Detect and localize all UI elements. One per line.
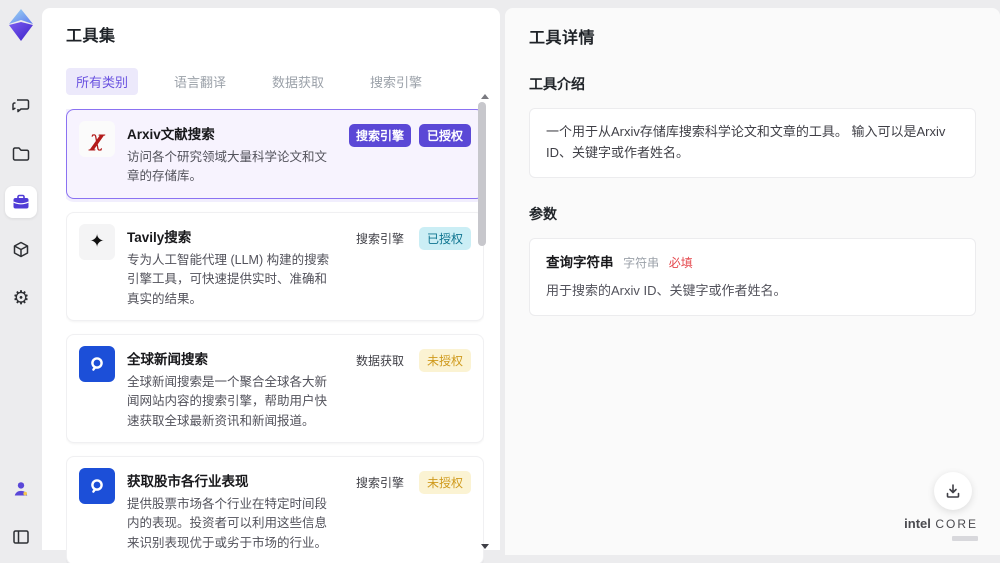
category-tabs: 所有类别 语言翻译 数据获取 搜索引擎	[66, 68, 500, 95]
app-window: ⚙ 工具集 所有类别 语言翻译 数据获取 搜索引擎 χ Arxiv文献搜索 访问…	[0, 0, 1000, 563]
tab-search-engine[interactable]: 搜索引擎	[360, 68, 432, 95]
download-button[interactable]	[934, 472, 972, 510]
category-badge: 搜索引擎	[355, 476, 404, 490]
scrollbar-thumb[interactable]	[478, 102, 486, 246]
detail-title: 工具详情	[529, 30, 596, 47]
app-logo-icon	[9, 9, 33, 41]
category-badge: 数据获取	[355, 353, 404, 368]
param-name: 查询字符串	[546, 254, 614, 270]
intel-core-logo: intel CORE	[904, 515, 978, 541]
cube-icon	[13, 241, 29, 258]
intel-wordmark: intel	[904, 516, 931, 531]
param-type: 字符串	[623, 255, 660, 270]
sidebar-item-account[interactable]	[5, 473, 37, 505]
tool-desc: 全球新闻搜索是一个聚合全球各大新闻网站内容的搜索引擎，帮助用户快速获取全球最新资…	[127, 374, 328, 428]
tool-title: Arxiv文献搜索	[127, 127, 215, 142]
panel-layout-icon	[13, 530, 29, 544]
user-icon	[14, 482, 28, 496]
intro-heading: 工具介绍	[529, 76, 585, 92]
arxiv-icon: χ	[79, 121, 115, 157]
core-wordmark: CORE	[935, 517, 978, 531]
star-icon: ✦	[79, 223, 115, 260]
chat-icon	[12, 99, 30, 113]
tool-title: 获取股市各行业表现	[127, 474, 249, 489]
sidebar-collapse-button[interactable]	[5, 521, 37, 553]
folder-icon	[12, 147, 30, 161]
tool-title: Tavily搜索	[127, 229, 192, 245]
param-desc: 用于搜索的Arxiv ID、关键字或作者姓名。	[546, 283, 787, 299]
param-box: 查询字符串 字符串 必填 用于搜索的Arxiv ID、关键字或作者姓名。	[529, 237, 976, 317]
intel-logo-sub-bar	[952, 536, 978, 541]
category-badge: 搜索引擎	[355, 231, 404, 246]
param-required-badge: 必填	[668, 255, 693, 270]
sidebar-item-files[interactable]	[5, 138, 37, 170]
tool-list: χ Arxiv文献搜索 访问各个研究领域大量科学论文和文章的存储库。 搜索引擎 …	[66, 109, 484, 563]
category-badge: 搜索引擎	[348, 124, 411, 147]
tool-card-sector-performance[interactable]: 获取股市各行业表现 提供股票市场各个行业在特定时间段内的表现。投资者可以利用这些…	[66, 456, 484, 563]
blue-search-icon	[79, 345, 115, 382]
auth-badge: 未授权	[418, 348, 471, 372]
main-area: 工具集 所有类别 语言翻译 数据获取 搜索引擎 χ Arxiv文献搜索 访问各个…	[42, 0, 1000, 563]
intro-box: 一个用于从Arxiv存储库搜索科学论文和文章的工具。 输入可以是Arxiv ID…	[529, 108, 976, 178]
tab-all-categories[interactable]: 所有类别	[66, 68, 139, 95]
scrollbar-down-arrow[interactable]	[481, 544, 489, 549]
params-heading: 参数	[529, 205, 557, 222]
sidebar: ⚙	[0, 0, 42, 563]
sidebar-item-toolbox[interactable]	[5, 186, 37, 218]
tool-card-arxiv[interactable]: χ Arxiv文献搜索 访问各个研究领域大量科学论文和文章的存储库。 搜索引擎 …	[66, 109, 484, 199]
tool-desc: 专为人工智能代理 (LLM) 构建的搜索引擎工具，可快速提供实时、准确和真实的结…	[127, 252, 330, 306]
auth-badge: 已授权	[418, 124, 471, 147]
gear-icon: ⚙	[12, 287, 30, 309]
blue-search-icon	[79, 468, 115, 504]
tool-card-tavily[interactable]: ✦ Tavily搜索 专为人工智能代理 (LLM) 构建的搜索引擎工具，可快速提…	[66, 211, 484, 321]
tool-desc: 提供股票市场各个行业在特定时间段内的表现。投资者可以利用这些信息来识别表现优于或…	[127, 497, 328, 550]
page-title: 工具集	[66, 28, 116, 45]
tab-data-fetch[interactable]: 数据获取	[262, 68, 334, 95]
tab-language-translation[interactable]: 语言翻译	[164, 68, 236, 95]
list-scrollbar[interactable]	[478, 96, 486, 554]
tool-title: 全球新闻搜索	[127, 351, 208, 367]
sidebar-item-settings[interactable]: ⚙	[5, 282, 37, 314]
auth-badge: 未授权	[418, 471, 471, 494]
tool-list-panel: 工具集 所有类别 语言翻译 数据获取 搜索引擎 χ Arxiv文献搜索 访问各个…	[42, 8, 500, 563]
auth-badge: 已授权	[418, 226, 471, 250]
briefcase-icon	[13, 194, 29, 209]
tool-detail-panel: 工具详情 工具介绍 一个用于从Arxiv存储库搜索科学论文和文章的工具。 输入可…	[505, 8, 1000, 555]
intro-text: 一个用于从Arxiv存储库搜索科学论文和文章的工具。 输入可以是Arxiv ID…	[546, 124, 946, 160]
tool-card-global-news[interactable]: 全球新闻搜索 全球新闻搜索是一个聚合全球各大新闻网站内容的搜索引擎，帮助用户快速…	[66, 333, 484, 443]
sidebar-item-chat[interactable]	[5, 90, 37, 122]
tool-desc: 访问各个研究领域大量科学论文和文章的存储库。	[127, 150, 328, 184]
sidebar-item-plugins[interactable]	[5, 234, 37, 266]
download-icon	[946, 484, 960, 498]
